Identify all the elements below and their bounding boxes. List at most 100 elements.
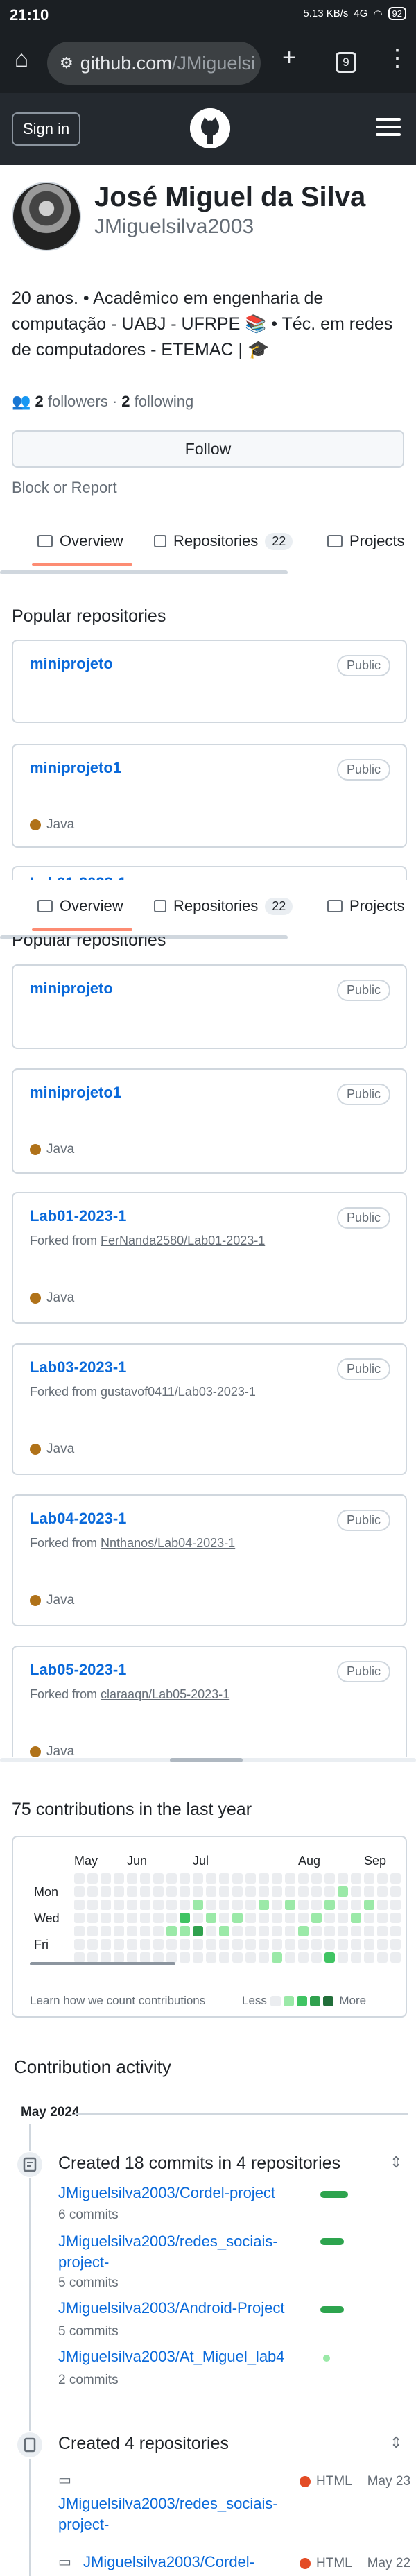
contribution-cell[interactable] xyxy=(153,1952,164,1963)
contribution-cell[interactable] xyxy=(74,1952,85,1963)
contribution-cell[interactable] xyxy=(285,1939,295,1950)
contribution-cell[interactable] xyxy=(364,1900,374,1910)
contribution-cell[interactable] xyxy=(193,1913,203,1923)
site-info-icon[interactable]: ⚙ xyxy=(60,54,73,72)
contribution-cell[interactable] xyxy=(153,1926,164,1936)
contribution-cell[interactable] xyxy=(351,1939,361,1950)
contribution-cell[interactable] xyxy=(74,1900,85,1910)
contribution-cell[interactable] xyxy=(285,1886,295,1897)
contribution-cell[interactable] xyxy=(259,1939,269,1950)
contribution-cell[interactable] xyxy=(127,1873,137,1884)
contribution-cell[interactable] xyxy=(153,1939,164,1950)
contribution-cell[interactable] xyxy=(219,1939,229,1950)
contribution-cell[interactable] xyxy=(219,1886,229,1897)
repo-card[interactable]: miniprojeto Public xyxy=(12,640,407,723)
contribution-cell[interactable] xyxy=(219,1913,229,1923)
horizontal-scroll-thumb[interactable] xyxy=(170,1758,243,1762)
tabs-scrollbar[interactable] xyxy=(0,570,288,574)
contribution-cell[interactable] xyxy=(338,1939,348,1950)
commit-count-link[interactable]: 5 commits xyxy=(58,2276,119,2291)
contribution-cell[interactable] xyxy=(193,1900,203,1910)
contribution-cell[interactable] xyxy=(390,1913,401,1923)
contribution-cell[interactable] xyxy=(193,1952,203,1963)
contribution-cell[interactable] xyxy=(206,1886,216,1897)
contribution-cell[interactable] xyxy=(127,1926,137,1936)
contribution-cell[interactable] xyxy=(232,1939,243,1950)
contribution-cell[interactable] xyxy=(390,1886,401,1897)
commit-count-link[interactable]: 2 commits xyxy=(58,2373,119,2388)
contribution-cell[interactable] xyxy=(232,1886,243,1897)
tab-projects[interactable]: Projects xyxy=(327,515,404,568)
contribution-cell[interactable] xyxy=(153,1913,164,1923)
contribution-cell[interactable] xyxy=(338,1873,348,1884)
contribution-cell[interactable] xyxy=(206,1873,216,1884)
contribution-cell[interactable] xyxy=(364,1939,374,1950)
contribution-cell[interactable] xyxy=(298,1926,309,1936)
contribution-cell[interactable] xyxy=(193,1939,203,1950)
contribution-cell[interactable] xyxy=(87,1873,98,1884)
contribution-cell[interactable] xyxy=(351,1886,361,1897)
contribution-cell[interactable] xyxy=(272,1900,282,1910)
contribution-cell[interactable] xyxy=(114,1913,124,1923)
contribution-cell[interactable] xyxy=(140,1900,150,1910)
contribution-cell[interactable] xyxy=(140,1873,150,1884)
contribution-cell[interactable] xyxy=(351,1873,361,1884)
created-repo-link[interactable]: JMiguelsilva2003/Cordel- xyxy=(83,2553,284,2571)
repo-card[interactable]: Lab03-2023-1 Public Forked from gustavof… xyxy=(12,1343,407,1475)
contribution-cell[interactable] xyxy=(140,1939,150,1950)
contribution-cell[interactable] xyxy=(259,1900,269,1910)
forked-from-link[interactable]: FerNanda2580/Lab01-2023-1 xyxy=(101,1234,265,1247)
following-count[interactable]: 2 xyxy=(121,393,130,410)
contribution-cell[interactable] xyxy=(311,1873,322,1884)
contribution-cell[interactable] xyxy=(390,1873,401,1884)
contribution-cell[interactable] xyxy=(206,1913,216,1923)
contribution-cell[interactable] xyxy=(166,1926,177,1936)
repo-card[interactable]: miniprojeto1 Public Java xyxy=(12,1068,407,1174)
contribution-cell[interactable] xyxy=(180,1900,190,1910)
contribution-cell[interactable] xyxy=(127,1900,137,1910)
contribution-cell[interactable] xyxy=(272,1926,282,1936)
contribution-cell[interactable] xyxy=(153,1886,164,1897)
contribution-cell[interactable] xyxy=(377,1913,388,1923)
contribution-cell[interactable] xyxy=(74,1939,85,1950)
contribution-cell[interactable] xyxy=(87,1913,98,1923)
contribution-cell[interactable] xyxy=(272,1873,282,1884)
contribution-cell[interactable] xyxy=(311,1939,322,1950)
contribution-cell[interactable] xyxy=(206,1939,216,1950)
contribution-cell[interactable] xyxy=(153,1900,164,1910)
url-bar[interactable]: ⚙ github.com/JMiguelsi xyxy=(47,42,261,85)
contribution-cell[interactable] xyxy=(114,1939,124,1950)
activity-repo-link[interactable]: JMiguelsilva2003/At_Miguel_lab4 xyxy=(58,2348,315,2366)
contribution-cell[interactable] xyxy=(245,1913,256,1923)
contribution-cell[interactable] xyxy=(101,1952,111,1963)
contribution-cell[interactable] xyxy=(166,1913,177,1923)
contribution-cell[interactable] xyxy=(101,1900,111,1910)
commit-count-link[interactable]: 6 commits xyxy=(58,2208,119,2223)
contribution-cell[interactable] xyxy=(338,1913,348,1923)
contribution-cell[interactable] xyxy=(298,1913,309,1923)
repo-name-link[interactable]: Lab03-2023-1 xyxy=(30,1358,126,1376)
contribution-cell[interactable] xyxy=(232,1900,243,1910)
contribution-cell[interactable] xyxy=(87,1886,98,1897)
tab-overview[interactable]: Overview xyxy=(37,515,123,568)
contribution-cell[interactable] xyxy=(324,1873,335,1884)
contribution-cell[interactable] xyxy=(153,1873,164,1884)
activity-repo-link[interactable]: JMiguelsilva2003/redes_sociais-project- xyxy=(58,2231,287,2273)
contribution-cell[interactable] xyxy=(232,1952,243,1963)
contribution-cell[interactable] xyxy=(127,1952,137,1963)
activity-repo-link[interactable]: JMiguelsilva2003/Android-Project xyxy=(58,2299,315,2317)
tab-switcher-button[interactable]: 9 xyxy=(336,52,356,73)
contribution-cell[interactable] xyxy=(245,1926,256,1936)
forked-from-link[interactable]: claraaqn/Lab05-2023-1 xyxy=(101,1687,229,1701)
contribution-cell[interactable] xyxy=(377,1900,388,1910)
contribution-cell[interactable] xyxy=(311,1900,322,1910)
contribution-cell[interactable] xyxy=(245,1952,256,1963)
contribution-cell[interactable] xyxy=(219,1873,229,1884)
contribution-cell[interactable] xyxy=(351,1926,361,1936)
contribution-cell[interactable] xyxy=(298,1886,309,1897)
contribution-cell[interactable] xyxy=(180,1926,190,1936)
hamburger-menu-icon[interactable] xyxy=(376,118,401,141)
contribution-cell[interactable] xyxy=(193,1873,203,1884)
collapse-icon[interactable]: ⇕ xyxy=(390,2434,402,2452)
contribution-cell[interactable] xyxy=(74,1873,85,1884)
